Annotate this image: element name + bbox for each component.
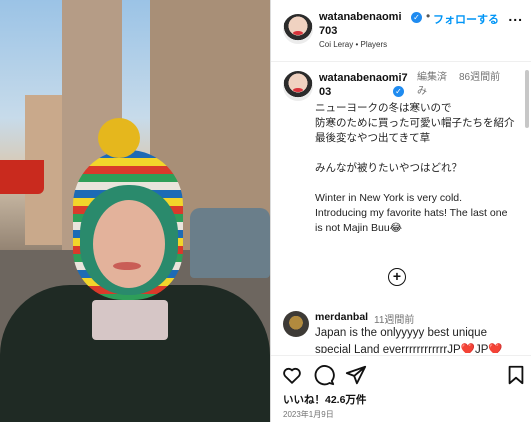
author-avatar[interactable] bbox=[283, 14, 313, 44]
author-username[interactable]: watanabenaomi703 bbox=[319, 10, 407, 38]
plus-circle-icon[interactable]: + bbox=[388, 268, 406, 286]
like-count[interactable]: いいね！42.6万件 bbox=[283, 392, 366, 407]
comment-username[interactable]: merdanbal bbox=[315, 311, 368, 323]
more-options-button[interactable]: ... bbox=[508, 8, 523, 24]
post-photo[interactable] bbox=[0, 0, 270, 422]
share-icon[interactable] bbox=[345, 364, 367, 386]
commenter-avatar[interactable] bbox=[283, 311, 309, 337]
audio-link[interactable]: Coi Leray • Players bbox=[319, 40, 387, 49]
heart-icon[interactable] bbox=[281, 364, 303, 386]
caption-avatar[interactable] bbox=[283, 71, 313, 101]
verified-badge-icon: ✓ bbox=[411, 12, 422, 23]
striped-collar bbox=[92, 300, 168, 340]
post-actions: いいね！42.6万件 2023年1月9日 bbox=[271, 355, 531, 422]
post-side-panel: watanabenaomi703 ✓ • フォローする ... Coi Lera… bbox=[271, 0, 531, 422]
scrollbar[interactable] bbox=[525, 70, 529, 128]
comment-time[interactable]: 11週間前 bbox=[374, 311, 414, 326]
pompom bbox=[98, 118, 140, 158]
bookmark-icon[interactable] bbox=[505, 364, 527, 386]
caption-text: ニューヨークの冬は寒いので 防寒のために買った可愛い帽子たちを紹介 最後変なやつ… bbox=[315, 102, 515, 234]
follow-button[interactable]: フォローする bbox=[433, 11, 499, 27]
separator: • bbox=[426, 9, 431, 23]
post-date: 2023年1月9日 bbox=[283, 410, 334, 419]
lips bbox=[113, 262, 141, 270]
face bbox=[93, 200, 165, 288]
caption-time[interactable]: 86週間前 bbox=[459, 71, 509, 85]
comment-text: Japan is the onlyyyyy best unique specia… bbox=[315, 327, 503, 353]
parked-car bbox=[190, 208, 270, 278]
comments-scroll-area[interactable]: watanabenaomi703 ✓ 編集済み 86週間前 ニューヨークの冬は寒… bbox=[271, 63, 531, 353]
edited-label: 編集済み bbox=[417, 72, 447, 97]
red-awning bbox=[0, 160, 44, 194]
comment-icon[interactable] bbox=[313, 364, 335, 386]
verified-badge-icon: ✓ bbox=[393, 86, 404, 97]
post-header: watanabenaomi703 ✓ • フォローする ... Coi Lera… bbox=[271, 0, 531, 62]
